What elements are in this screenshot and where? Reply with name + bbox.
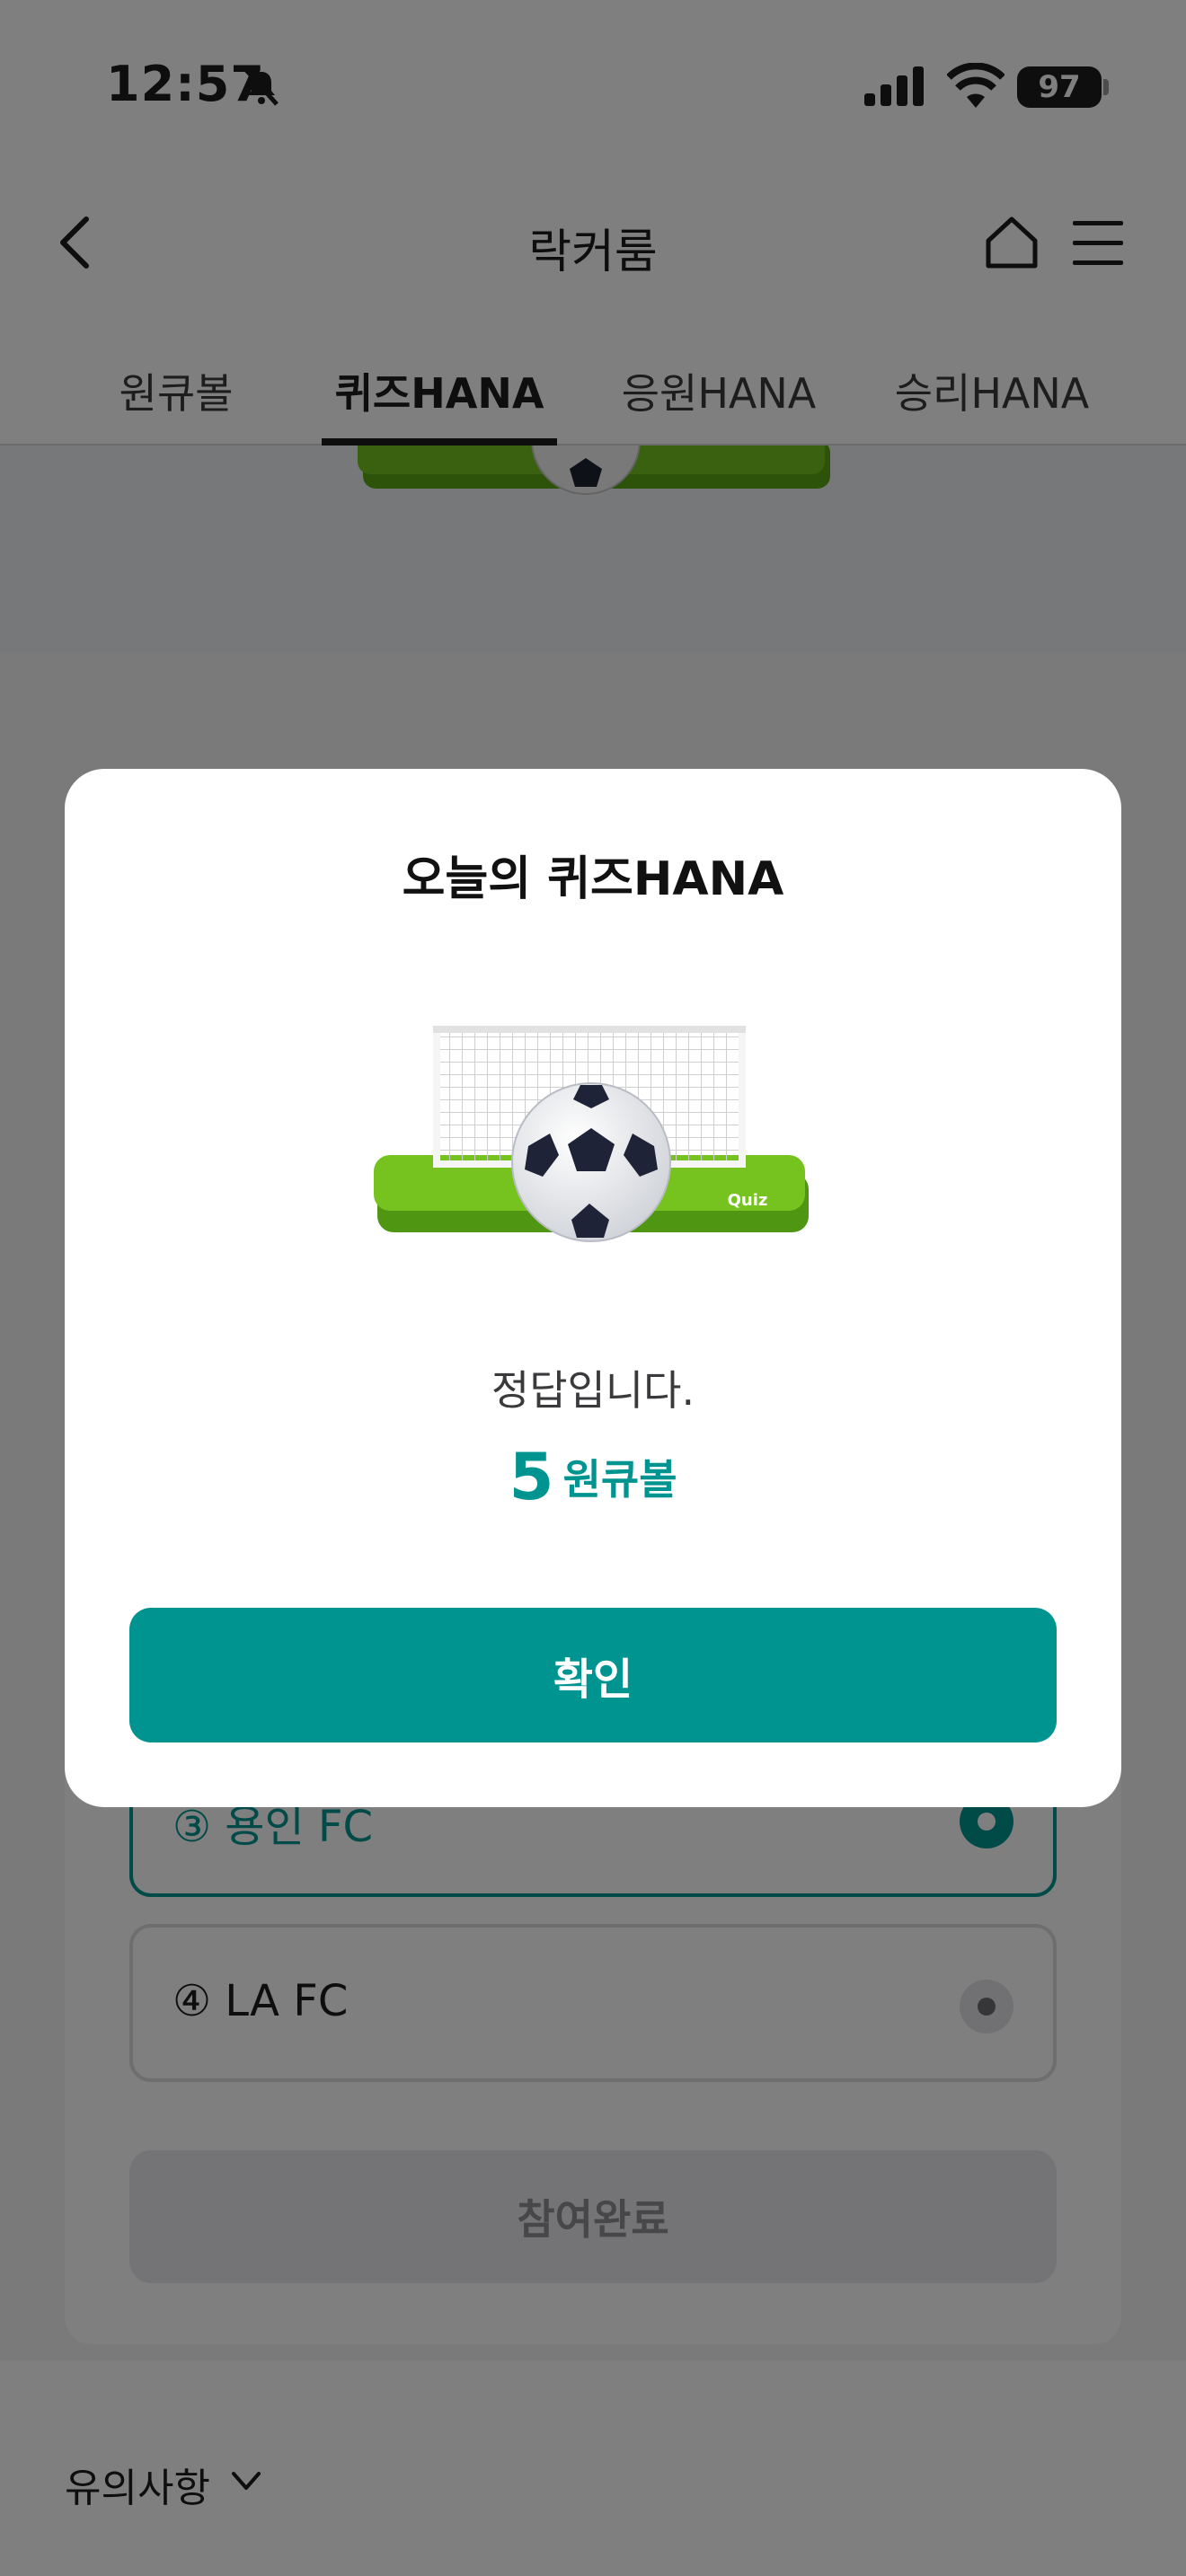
reward-unit: 원큐볼 bbox=[562, 1455, 677, 1504]
result-message: 정답입니다. bbox=[491, 1366, 695, 1415]
soccer-goal-illustration: Quiz bbox=[374, 1026, 809, 1242]
reward-display: 5 원큐볼 bbox=[65, 1439, 1121, 1514]
quiz-result-modal: 오늘의 퀴즈HANA Quiz 정답입니다. 5 원큐볼 확인 bbox=[65, 769, 1121, 1807]
quiz-label: Quiz bbox=[728, 1191, 768, 1210]
confirm-button[interactable]: 확인 bbox=[129, 1608, 1057, 1742]
reward-amount: 5 bbox=[509, 1439, 554, 1514]
modal-title: 오늘의 퀴즈HANA bbox=[402, 852, 784, 906]
